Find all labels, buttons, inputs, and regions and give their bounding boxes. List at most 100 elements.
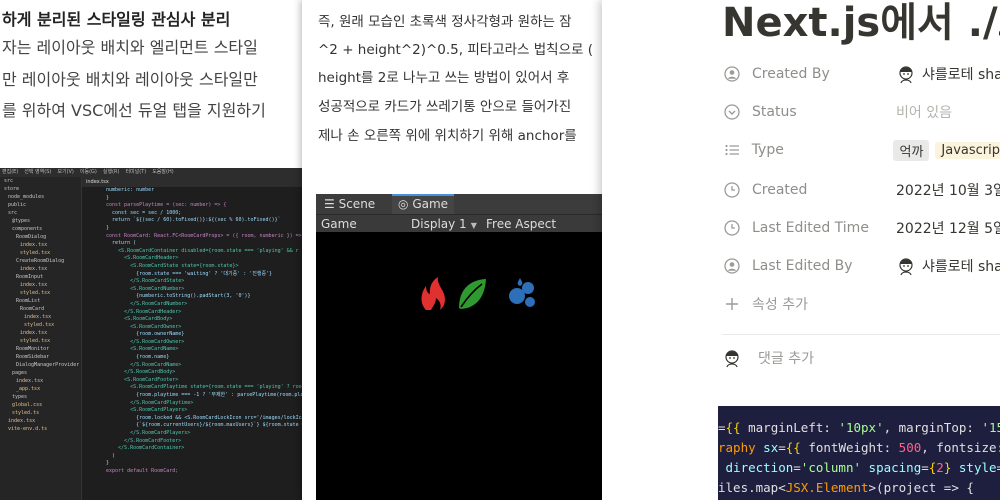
vscode-menu-item[interactable]: 이동(G) (80, 169, 97, 175)
explorer-item[interactable]: styled.ts (0, 409, 81, 417)
code-line: numberic: number (106, 187, 155, 193)
explorer-item[interactable]: styled.tsx (0, 249, 81, 257)
left-page: 하게 분리된 스타일링 관심사 분리 자는 레이아웃 배치와 엘리먼트 스타일 … (0, 0, 302, 500)
type-tag[interactable]: 억까 (893, 139, 930, 161)
section-heading: 하게 분리된 스타일링 관심사 분리 (2, 10, 231, 29)
explorer-item[interactable]: node_modules (0, 193, 81, 201)
explorer-item[interactable]: vite-env.d.ts (0, 425, 81, 433)
explorer-item[interactable]: index.tsx (0, 265, 81, 273)
code-line: {numberic.toString().padStart(3, '0')} (106, 293, 251, 300)
type-tag[interactable]: Javascrip (935, 141, 1000, 159)
vscode-menu-item[interactable]: 실행(R) (103, 169, 120, 175)
explorer-item[interactable]: index.tsx (0, 241, 81, 249)
game-viewport[interactable] (316, 232, 606, 500)
explorer-item[interactable]: RoomCard (0, 305, 81, 313)
explorer-item[interactable]: styled.tsx (0, 337, 81, 345)
code-line: </S.RoomCardFooter> (106, 437, 182, 444)
property-value-text: 비어 있음 (896, 105, 952, 121)
explorer-item[interactable]: styled.tsx (0, 321, 81, 329)
vscode-menu-item[interactable]: 보기(V) (57, 169, 74, 175)
code-line: return ( (106, 240, 137, 247)
add-comment-button[interactable]: 댓글 추가 (722, 348, 814, 368)
code-block: ={{ marginLeft: '10px', marginTop: '15p … (718, 406, 1000, 500)
avatar (899, 258, 913, 276)
list-icon (722, 140, 742, 160)
explorer-item[interactable]: DialogManagerProvider (0, 361, 81, 369)
vscode-menu-item[interactable]: 도움말(H) (152, 169, 173, 175)
property-created[interactable]: Created 2022년 10월 3일 (722, 176, 1000, 204)
property-last-edited-by[interactable]: Last Edited By 샤를로테 sha (722, 252, 1000, 280)
explorer-item[interactable]: global.css (0, 401, 81, 409)
explorer-item[interactable]: _app.tsx (0, 385, 81, 393)
tab-game[interactable]: ◎ Game (392, 194, 455, 214)
explorer-item[interactable]: CreateRoomDialog (0, 257, 81, 265)
explorer-item[interactable]: public (0, 201, 81, 209)
paragraph-line: 만 레이아웃 배치와 레이아웃 스타일만 (2, 70, 258, 89)
property-type[interactable]: Type 억까 Javascrip (722, 136, 1000, 164)
property-label: Created By (752, 66, 830, 82)
vscode-explorer: src store node_modules public src @types compo… (0, 177, 82, 500)
property-status[interactable]: Status 비어 있음 (722, 98, 1000, 126)
property-value-text: 2022년 12월 5일 (896, 221, 1000, 237)
property-last-edited-time[interactable]: Last Edited Time 2022년 12월 5일 (722, 214, 1000, 242)
display-dropdown[interactable]: Display 1 ▼ (411, 215, 477, 233)
code-line: </S.RoomCardNumber> (106, 300, 188, 307)
unity-tabbar: ☰ Scene ◎ Game (316, 194, 606, 214)
explorer-item[interactable]: pages (0, 369, 81, 377)
explorer-item[interactable]: index.tsx (0, 329, 81, 337)
vscode-menu-item[interactable]: 터미널(T) (125, 169, 146, 175)
code-line: </S.RoomCardContainer> (106, 445, 185, 452)
paragraph-line: 제나 손 오른쪽 위에 위치하기 위해 anchor를 (318, 128, 577, 144)
vscode-menubar: 편집(E) 선택 영역(S) 보기(V) 이동(G) 실행(R) 터미널(T) 도움말(H) (0, 168, 302, 177)
code-line: </S.RoomCardOwner> (106, 338, 185, 345)
property-value[interactable]: 2022년 10월 3일 (896, 180, 1000, 200)
unity-game-view: ☰ Scene ◎ Game Game Display 1 ▼ Free Aspe… (316, 194, 606, 500)
vscode-screenshot: 편집(E) 선택 영역(S) 보기(V) 이동(G) 실행(R) 터미널(T) 도움말(H)… (0, 168, 302, 500)
code-line: <S.RoomCardContainer disabled={room.stat… (106, 247, 299, 254)
explorer-item[interactable]: index.tsx (0, 377, 81, 385)
code-line: </S.RoomCardState> (106, 278, 185, 285)
explorer-item[interactable]: src (0, 209, 81, 217)
code-line: <S.RoomCardFooter> (106, 376, 179, 383)
explorer-item[interactable]: components (0, 225, 81, 233)
explorer-item[interactable]: types (0, 393, 81, 401)
code-line: <S.RoomCardState state={room.state}> (106, 262, 239, 269)
tab-scene[interactable]: ☰ Scene (318, 194, 381, 214)
paragraph-line: 를 위하여 VSC에선 듀얼 탭을 지원하기 (2, 101, 266, 120)
explorer-item[interactable]: @types (0, 217, 81, 225)
explorer-item[interactable]: RoomMonitor (0, 345, 81, 353)
chevron-down-icon: ▼ (470, 221, 477, 230)
vscode-menu-item[interactable]: 선택 영역(S) (24, 169, 51, 175)
aspect-dropdown[interactable]: Free Aspect (486, 215, 556, 233)
property-value[interactable]: 비어 있음 (896, 102, 952, 122)
clock-icon (722, 180, 742, 200)
vscode-menu-item[interactable]: 편집(E) (2, 169, 18, 175)
code-line: const RoomCard: React.FC<RoomCardProps> … (106, 232, 302, 239)
explorer-item[interactable]: styled.tsx (0, 289, 81, 297)
property-value[interactable]: 억까 Javascrip (893, 139, 1000, 161)
explorer-item[interactable]: store (0, 185, 81, 193)
property-value[interactable]: 샤를로테 sha (896, 256, 1000, 276)
scene-icon: ☰ (324, 197, 335, 211)
explorer-item[interactable]: index.tsx (0, 281, 81, 289)
explorer-item[interactable]: src (0, 177, 81, 185)
add-property-button[interactable]: 속성 추가 (722, 290, 1000, 318)
paragraph-line: ^2 + height^2)^0.5, 피타고라스 법칙으로 ( (318, 42, 593, 58)
mode-dropdown[interactable]: Game (321, 215, 357, 233)
explorer-item[interactable]: RoomSidebar (0, 353, 81, 361)
code-line: </S.RoomCardHeader> (106, 308, 182, 315)
explorer-item[interactable]: RoomDialog (0, 233, 81, 241)
explorer-item[interactable]: index.tsx (0, 313, 81, 321)
explorer-item[interactable]: RoomInput (0, 273, 81, 281)
property-value[interactable]: 샤를로테 sha (896, 64, 1000, 84)
person-icon (722, 64, 742, 84)
explorer-item[interactable]: index.tsx (0, 417, 81, 425)
property-created-by[interactable]: Created By 샤를로테 sha (722, 60, 1000, 88)
vscode-editor: index.tsx numberic: number} const parsePl… (82, 177, 302, 500)
avatar (899, 66, 913, 84)
explorer-item[interactable]: RoomList (0, 297, 81, 305)
code-line: {room.playtime === -1 ? '무제한' : parsePla… (106, 392, 302, 399)
property-value[interactable]: 2022년 12월 5일 (896, 218, 1000, 238)
add-comment-label: 댓글 추가 (758, 351, 814, 367)
code-line: <S.RoomCardHeader> (106, 255, 179, 262)
